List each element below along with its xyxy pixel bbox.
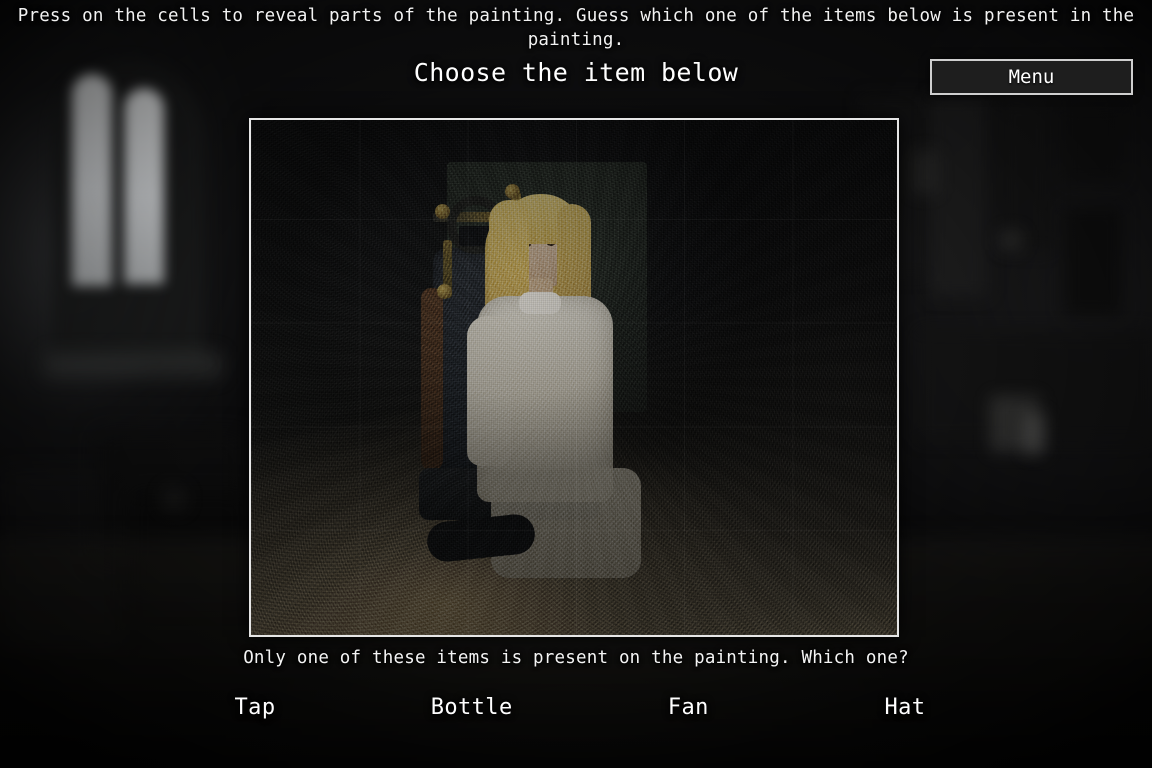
- item-choice-bottle[interactable]: Bottle: [417, 694, 527, 722]
- revealed-cell[interactable]: [419, 168, 635, 464]
- painting-frame[interactable]: [249, 118, 899, 637]
- item-choice-tap[interactable]: Tap: [200, 694, 310, 722]
- painting-canvas[interactable]: [251, 120, 897, 635]
- menu-button[interactable]: Menu: [930, 59, 1133, 95]
- right-shelf-item-1: [912, 150, 938, 194]
- right-shelf-unit-4: [1064, 206, 1122, 316]
- right-shelf-item-2: [1000, 230, 1022, 250]
- footer-prompt: Only one of these items is present on th…: [243, 648, 909, 668]
- right-shelf-unit-3: [1064, 104, 1122, 182]
- window-sill: [44, 352, 222, 378]
- item-choice-fan[interactable]: Fan: [633, 694, 743, 722]
- left-highlight-speck: [166, 492, 182, 506]
- right-shelf-unit-2: [1000, 100, 1052, 250]
- item-choice-row: Tap Bottle Fan Hat: [200, 694, 960, 722]
- game-screen: Press on the cells to reveal parts of th…: [0, 0, 1152, 768]
- right-bottle-object: [1024, 414, 1046, 454]
- window-pane-right: [124, 88, 164, 284]
- right-shelf-unit-1: [930, 96, 988, 296]
- item-choice-hat[interactable]: Hat: [850, 694, 960, 722]
- instruction-text: Press on the cells to reveal parts of th…: [17, 6, 1135, 50]
- window-pane-left: [72, 74, 112, 286]
